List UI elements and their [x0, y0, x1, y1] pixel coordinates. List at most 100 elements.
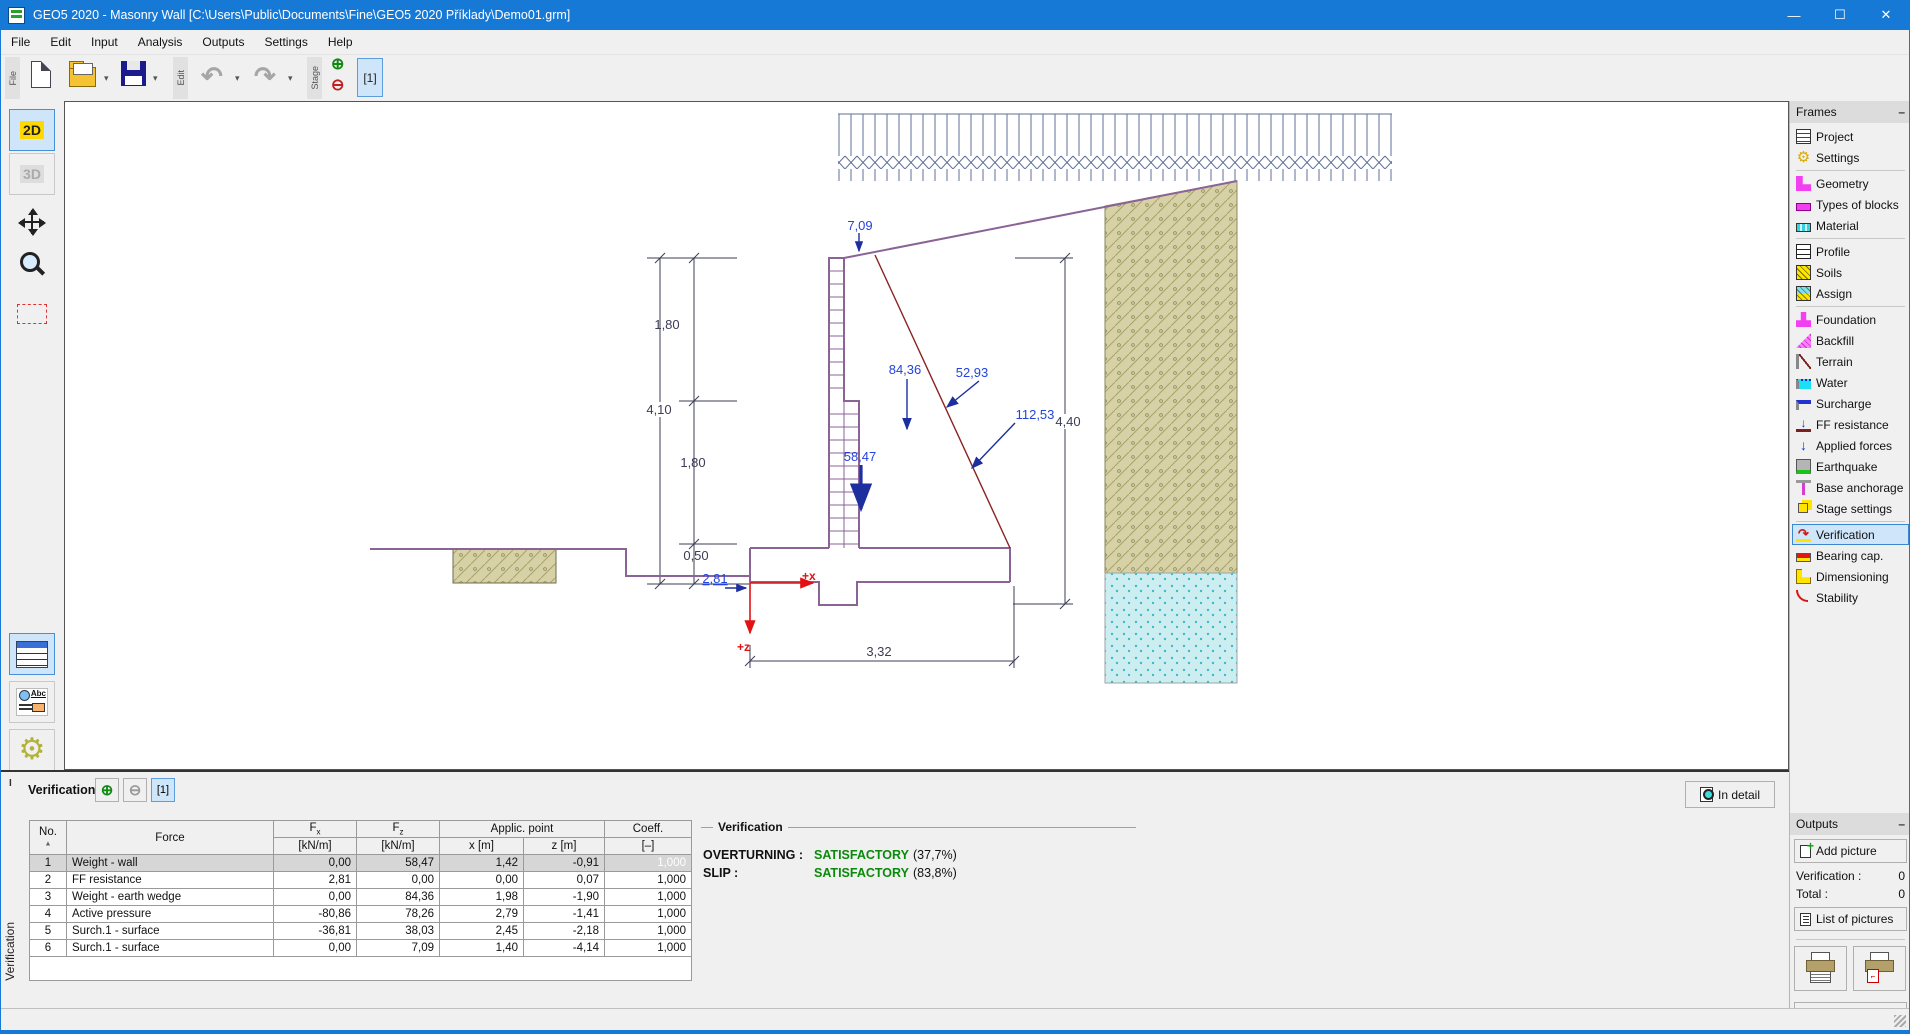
frame-profile[interactable]: Profile: [1792, 241, 1909, 262]
backfill-soil-block: [1105, 181, 1237, 573]
printer-icon: [1806, 952, 1836, 984]
backfill-icon: [1796, 333, 1811, 348]
save-file-button[interactable]: [121, 61, 146, 86]
menu-edit[interactable]: Edit: [40, 31, 81, 53]
menu-help[interactable]: Help: [318, 31, 363, 53]
foundation-icon: [1796, 312, 1811, 327]
print-button[interactable]: [1794, 946, 1847, 991]
gear-icon: ⚙: [19, 735, 46, 765]
forces-table[interactable]: No. ▲ Force Fx Fz Applic. point Coeff. […: [29, 820, 692, 981]
dim-4-10: 4,10: [646, 402, 671, 417]
force-84-36: 84,36: [889, 362, 922, 377]
view-2d-button[interactable]: 2D: [9, 109, 55, 151]
frame-terrain[interactable]: Terrain: [1792, 351, 1909, 372]
sort-asc-icon: ▲: [45, 840, 52, 847]
table-row[interactable]: 3Weight - earth wedge 0,0084,36 1,98-1,9…: [30, 889, 692, 906]
force-58-47: 58,47: [844, 449, 877, 464]
col-fz[interactable]: Fz: [357, 821, 440, 838]
status-bar: [1, 1008, 1909, 1030]
stage-add-button[interactable]: ⊕: [331, 57, 344, 72]
slip-status: SATISFACTORY: [814, 866, 909, 880]
in-detail-button[interactable]: In detail: [1685, 781, 1775, 808]
dimensioning-icon: [1796, 569, 1811, 584]
add-picture-button[interactable]: Add picture: [1794, 839, 1907, 863]
frame-surcharge[interactable]: Surcharge: [1792, 393, 1909, 414]
frame-material[interactable]: Material: [1792, 215, 1909, 236]
list-of-pictures-button[interactable]: List of pictures: [1794, 907, 1907, 931]
dim-3-32: 3,32: [866, 644, 891, 659]
col-applic-point[interactable]: Applic. point: [440, 821, 605, 838]
open-dropdown[interactable]: ▾: [104, 73, 109, 84]
table-row[interactable]: 2FF resistance 2,810,00 0,000,07 1,000: [30, 872, 692, 889]
save-floppy-icon: [121, 61, 146, 86]
frame-verification[interactable]: ↷Verification: [1792, 524, 1909, 545]
window-title: GEO5 2020 - Masonry Wall [C:\Users\Publi…: [33, 8, 570, 22]
picture-text-button[interactable]: Abc: [9, 681, 55, 723]
maximize-button[interactable]: ☐: [1817, 0, 1863, 30]
verification-add-button[interactable]: ⊕: [95, 778, 119, 802]
stage-settings-icon: [1798, 503, 1808, 513]
menu-input[interactable]: Input: [81, 31, 128, 53]
minimize-button[interactable]: —: [1771, 0, 1817, 30]
stage-1-button[interactable]: [1]: [357, 58, 383, 97]
menu-outputs[interactable]: Outputs: [192, 31, 254, 53]
col-force[interactable]: Force: [67, 821, 274, 855]
frame-foundation[interactable]: Foundation: [1792, 309, 1909, 330]
frame-applied-forces[interactable]: ↓Applied forces: [1792, 435, 1909, 456]
frame-backfill[interactable]: Backfill: [1792, 330, 1909, 351]
drawing-settings-button[interactable]: ⚙: [9, 729, 55, 771]
col-coeff[interactable]: Coeff.: [605, 821, 692, 838]
ff-resistance-icon: ↓: [1796, 417, 1811, 432]
outputs-collapse-button[interactable]: –: [1898, 817, 1905, 831]
frame-types-of-blocks[interactable]: Types of blocks: [1792, 194, 1909, 215]
verification-remove-button[interactable]: ⊖: [123, 778, 147, 802]
print-preview-button[interactable]: ⌐: [1853, 946, 1906, 991]
outputs-verification-count: Verification :0: [1790, 867, 1910, 885]
verification-stage-button[interactable]: [1]: [151, 778, 175, 802]
frames-collapse-button[interactable]: –: [1898, 105, 1905, 119]
table-row[interactable]: 4Active pressure -80,8678,26 2,79-1,41 1…: [30, 906, 692, 923]
pan-button[interactable]: [9, 201, 55, 243]
open-file-button[interactable]: [69, 61, 96, 87]
redo-button[interactable]: ↷: [254, 63, 276, 89]
drawing-canvas[interactable]: 1,80 4,10 1,80 0,50 4,40 3,32: [64, 101, 1789, 770]
frame-bearing-cap[interactable]: Bearing cap.: [1792, 545, 1909, 566]
undo-button[interactable]: ↶: [201, 63, 223, 89]
table-row[interactable]: 6Surch.1 - surface 0,007,09 1,40-4,14 1,…: [30, 940, 692, 957]
frame-project[interactable]: Project: [1792, 126, 1909, 147]
verification-panel-title: Verification :: [28, 783, 103, 797]
right-panel: Frames – Project ⚙Settings Geometry Type…: [1789, 101, 1910, 1008]
frame-stage-settings[interactable]: Stage settings: [1792, 498, 1909, 519]
table-row[interactable]: 1Weight - wall 0,0058,47 1,42-0,91 1,000: [30, 855, 692, 872]
frame-soils[interactable]: Soils: [1792, 262, 1909, 283]
frame-assign[interactable]: Assign: [1792, 283, 1909, 304]
frame-ff-resistance[interactable]: ↓FF resistance: [1792, 414, 1909, 435]
col-no[interactable]: No. ▲: [30, 821, 67, 855]
view-3d-button[interactable]: 3D: [9, 153, 55, 195]
table-view-button[interactable]: [9, 633, 55, 675]
frame-water[interactable]: Water: [1792, 372, 1909, 393]
menu-settings[interactable]: Settings: [254, 31, 317, 53]
stage-remove-button[interactable]: ⊖: [331, 78, 344, 93]
frame-stability[interactable]: Stability: [1792, 587, 1909, 608]
zoom-button[interactable]: [9, 244, 55, 286]
menu-file[interactable]: File: [1, 31, 40, 53]
frame-settings[interactable]: ⚙Settings: [1792, 147, 1909, 168]
material-icon: [1796, 223, 1811, 232]
col-fx[interactable]: Fx: [274, 821, 357, 838]
save-dropdown[interactable]: ▾: [153, 73, 158, 84]
table-row[interactable]: 5Surch.1 - surface -36,8138,03 2,45-2,18…: [30, 923, 692, 940]
close-button[interactable]: ✕: [1863, 0, 1909, 30]
menu-analysis[interactable]: Analysis: [128, 31, 193, 53]
frame-geometry[interactable]: Geometry: [1792, 173, 1909, 194]
frame-earthquake[interactable]: Earthquake: [1792, 456, 1909, 477]
resize-grip[interactable]: [1894, 1015, 1906, 1027]
redo-dropdown[interactable]: ▾: [288, 73, 293, 84]
selection-rect-button[interactable]: [9, 293, 55, 335]
frame-dimensioning[interactable]: Dimensioning: [1792, 566, 1909, 587]
frame-base-anchorage[interactable]: Base anchorage: [1792, 477, 1909, 498]
undo-dropdown[interactable]: ▾: [235, 73, 240, 84]
new-file-button[interactable]: [31, 61, 51, 88]
2d-icon: 2D: [20, 121, 44, 139]
panel-handle[interactable]: I: [9, 778, 12, 789]
